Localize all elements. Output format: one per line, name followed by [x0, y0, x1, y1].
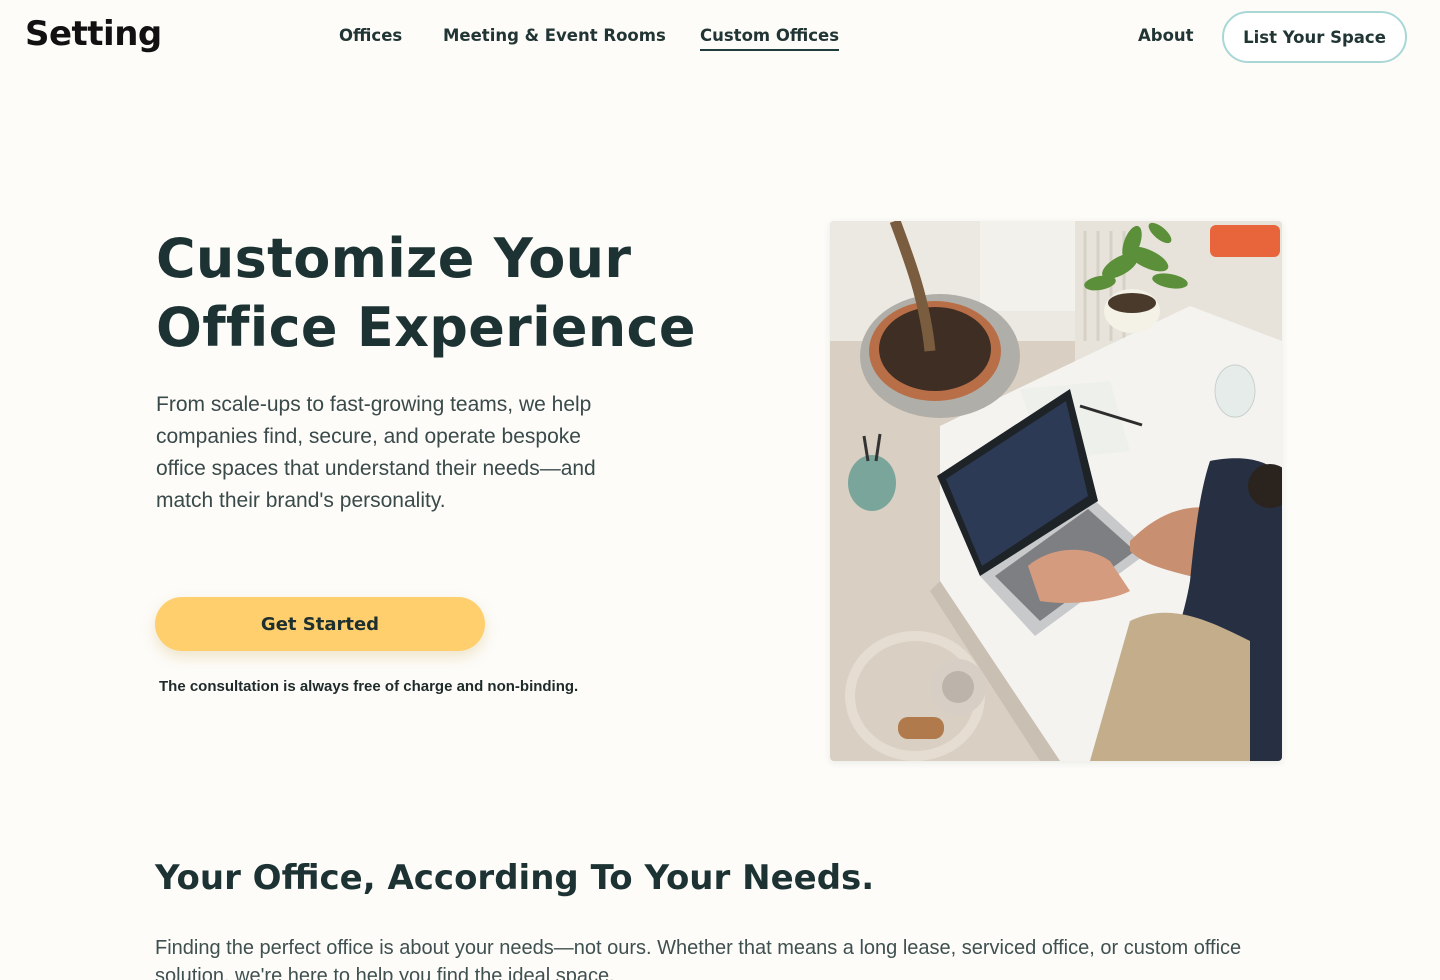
hero-title-line1: Customize Your: [156, 227, 632, 290]
logo[interactable]: Setting: [25, 14, 162, 54]
workspace-illustration: [830, 221, 1282, 761]
nav-offices[interactable]: Offices: [339, 26, 402, 45]
hero-title-line2: Office Experience: [156, 296, 696, 359]
get-started-button[interactable]: Get Started: [155, 597, 485, 651]
list-your-space-button[interactable]: List Your Space: [1222, 11, 1407, 63]
section-body: Finding the perfect office is about your…: [155, 937, 1242, 980]
section-title: Your Office, According To Your Needs.: [155, 858, 875, 898]
hero-title: Customize Your Office Experience: [156, 224, 716, 362]
nav-custom-offices[interactable]: Custom Offices: [700, 26, 840, 51]
hero-photo: [830, 221, 1282, 761]
consultation-note: The consultation is always free of charg…: [159, 678, 579, 695]
nav-about[interactable]: About: [1138, 26, 1194, 45]
page: Setting Offices Meeting & Event Rooms Cu…: [0, 0, 1440, 980]
nav-meeting-event-rooms[interactable]: Meeting & Event Rooms: [443, 26, 666, 45]
hero-description: From scale-ups to fast-growing teams, we…: [156, 393, 596, 512]
